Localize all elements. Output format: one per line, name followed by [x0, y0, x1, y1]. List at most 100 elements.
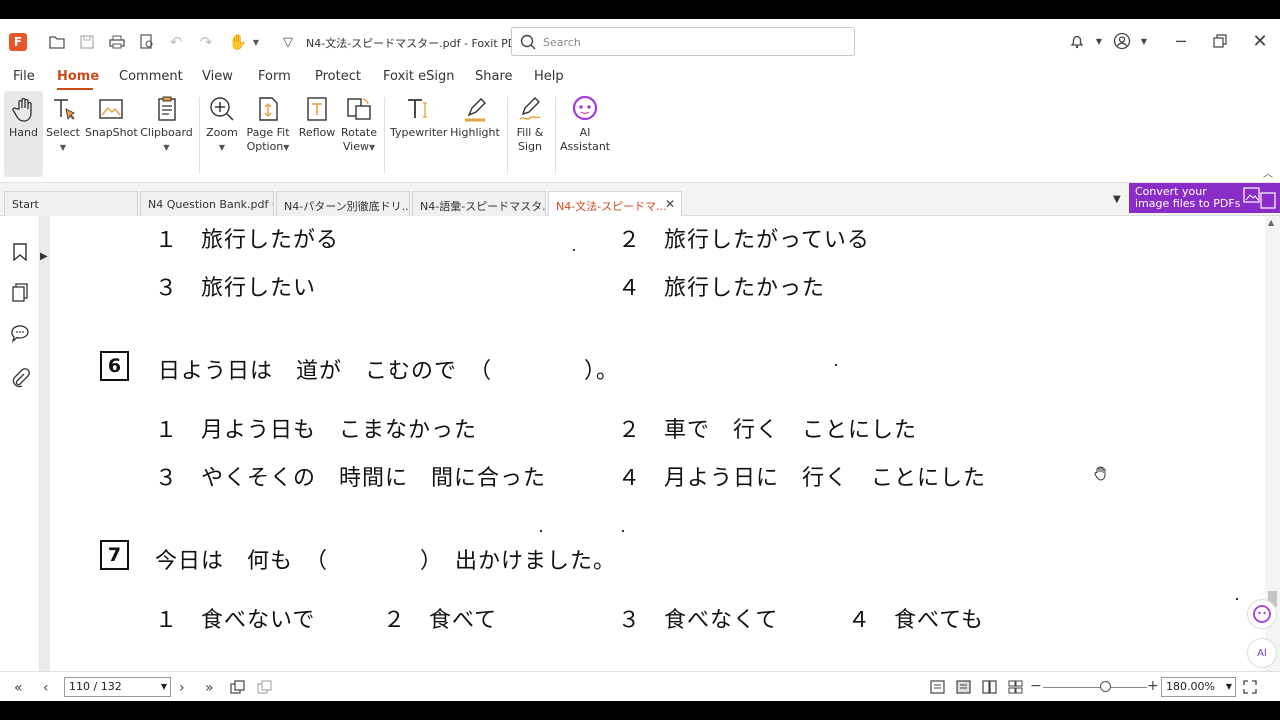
page-fit-icon	[259, 97, 278, 121]
menu-share[interactable]: Share	[475, 69, 513, 84]
zoom-in-icon[interactable]: +	[1147, 678, 1159, 694]
ai-tools-float-icon[interactable]: AI	[1247, 638, 1277, 668]
tab-grammar-active[interactable]: N4-文法-スピードマ... ✕	[548, 191, 682, 216]
tab-label: N4-語彙-スピードマスタ...	[420, 200, 546, 213]
menu-protect[interactable]: Protect	[315, 69, 361, 84]
menu-comment[interactable]: Comment	[119, 69, 183, 84]
continuous-facing-view-icon[interactable]	[1008, 680, 1023, 694]
ai-label-2: Assistant	[560, 140, 611, 153]
scan-speck	[540, 530, 542, 532]
previous-view-icon[interactable]	[230, 680, 246, 694]
reflow-icon	[307, 97, 327, 121]
snapshot-icon	[99, 99, 123, 119]
question-number-7: 7	[100, 540, 129, 570]
foxit-pdf-window: F ↶ ↷ ✋ ▼ ▽ N4-文法-スピードマスター.pdf - Foxit P…	[0, 19, 1280, 701]
fullscreen-icon[interactable]	[1243, 680, 1257, 694]
single-page-view-icon[interactable]	[930, 680, 945, 694]
comments-icon[interactable]	[10, 324, 30, 344]
tab-question-bank[interactable]: N4 Question Bank.pdf (...	[140, 191, 274, 216]
ribbon-divider	[199, 97, 200, 173]
zoom-slider-track[interactable]	[1043, 687, 1147, 688]
bookmark-icon[interactable]	[10, 242, 30, 262]
restore-icon[interactable]	[1208, 29, 1232, 53]
attachment-icon[interactable]	[10, 368, 30, 388]
menu-view[interactable]: View	[202, 69, 233, 84]
scroll-up-icon[interactable]: ▲	[1268, 218, 1274, 227]
next-page-icon[interactable]: ›	[179, 680, 185, 696]
minimize-icon[interactable]: ─	[1169, 29, 1193, 53]
notification-chevron-icon[interactable]: ▼	[1087, 29, 1111, 53]
menu-home[interactable]: Home	[57, 69, 99, 84]
ai-assistant-button[interactable]: AI Assistant	[560, 91, 610, 177]
rotate-view-button[interactable]: Rotate View▼	[339, 91, 379, 177]
close-tab-icon[interactable]: ✕	[665, 197, 675, 211]
snapshot-label: SnapShot	[85, 126, 138, 139]
convert-promo-banner[interactable]: Convert your image files to PDFs	[1129, 183, 1280, 213]
zoom-level-select[interactable]: 180.00% ▼	[1161, 677, 1236, 697]
scan-speck	[622, 530, 624, 532]
fill-sign-button[interactable]: Fill & Sign	[512, 91, 548, 177]
question-7-text: 今日は 何も （ ） 出かけました。	[155, 549, 617, 574]
clipboard-button[interactable]: Clipboard ▼	[139, 91, 194, 177]
zoom-slider-knob[interactable]	[1100, 681, 1111, 692]
close-window-icon[interactable]: ✕	[1248, 29, 1272, 53]
menu-form[interactable]: Form	[258, 69, 291, 84]
save-icon[interactable]	[77, 32, 97, 52]
undo-icon[interactable]: ↶	[166, 32, 186, 52]
highlight-button[interactable]: Highlight	[449, 91, 501, 177]
tabs-dropdown-icon[interactable]: ▼	[1113, 194, 1121, 205]
tab-pattern-drill[interactable]: N4-パターン別徹底ドリ...	[276, 191, 410, 216]
q5-option-3: ３ 旅行したい	[155, 276, 317, 301]
zoom-out-icon[interactable]: −	[1030, 678, 1042, 694]
account-chevron-icon[interactable]: ▼	[1132, 29, 1156, 53]
page-select-chevron-icon: ▼	[160, 682, 167, 691]
menu-help[interactable]: Help	[534, 69, 564, 84]
rotate-caret-icon: ▼	[368, 143, 376, 152]
hand-tool-quick-icon[interactable]: ✋	[228, 32, 248, 52]
tab-vocabulary[interactable]: N4-語彙-スピードマスタ...	[412, 191, 546, 216]
hand-tool-button[interactable]: Hand	[4, 91, 43, 177]
search-input[interactable]	[543, 34, 843, 50]
previous-page-icon[interactable]: ‹	[43, 680, 49, 696]
zoom-level-value: 180.00%	[1166, 680, 1215, 693]
snapshot-button[interactable]: SnapShot	[85, 91, 138, 177]
page-thumbnails-icon[interactable]	[10, 283, 30, 303]
customize-chevron-icon[interactable]: ▽	[278, 32, 298, 52]
chevron-down-icon[interactable]: ▼	[246, 32, 266, 52]
image-to-pdf-icon	[1243, 187, 1276, 209]
q7-option-4: ４ 食べても	[848, 608, 985, 633]
ribbon-divider	[507, 97, 508, 173]
account-icon[interactable]	[1110, 29, 1134, 53]
print-icon[interactable]	[107, 32, 127, 52]
zoom-button[interactable]: Zoom ▼	[204, 91, 240, 177]
print-preview-icon[interactable]	[137, 32, 157, 52]
page-fit-label: Page Fit	[246, 126, 290, 139]
open-folder-icon[interactable]	[47, 32, 67, 52]
bell-icon[interactable]	[1065, 29, 1089, 53]
typewriter-button[interactable]: Typewriter	[390, 91, 447, 177]
collapse-ribbon-icon[interactable]: ︿	[1263, 165, 1273, 180]
page-number-select[interactable]: 110 / 132 ▼	[64, 677, 171, 697]
menu-file[interactable]: File	[13, 69, 35, 84]
tab-label: N4-文法-スピードマ...	[556, 200, 667, 213]
redo-icon[interactable]: ↷	[196, 32, 216, 52]
tab-start[interactable]: Start	[4, 191, 138, 216]
pdf-page-view[interactable]: １ 旅行したがる ２ 旅行したがっている ３ 旅行したい ４ 旅行したかった 6…	[50, 216, 1265, 676]
facing-view-icon[interactable]	[982, 680, 997, 694]
zoom-select-chevron-icon: ▼	[1225, 682, 1232, 691]
reflow-button[interactable]: Reflow	[296, 91, 338, 177]
fill-sign-label-1: Fill &	[516, 126, 544, 139]
document-title: N4-文法-スピードマスター.pdf - Foxit PD...	[306, 37, 527, 50]
ai-label-1: AI	[579, 126, 591, 139]
first-page-icon[interactable]: «	[14, 680, 23, 696]
ai-chat-float-icon[interactable]	[1247, 599, 1277, 629]
page-fit-option-button[interactable]: Page Fit Option▼	[244, 91, 292, 177]
scan-speck	[1236, 598, 1238, 600]
continuous-view-icon[interactable]	[956, 680, 971, 694]
expand-panel-icon[interactable]: ▶	[40, 251, 48, 262]
next-view-icon[interactable]	[257, 680, 273, 694]
last-page-icon[interactable]: »	[205, 680, 214, 696]
menu-foxit-esign[interactable]: Foxit eSign	[383, 69, 454, 84]
select-tool-button[interactable]: Select ▼	[45, 91, 81, 177]
search-box[interactable]	[511, 27, 855, 56]
